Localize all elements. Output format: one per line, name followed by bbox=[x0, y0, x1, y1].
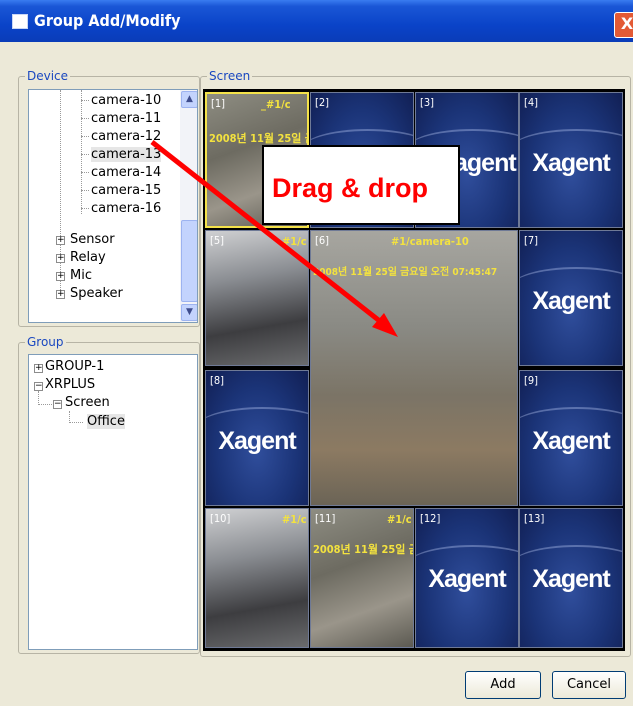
group-add-modify-dialog: Group Add/Modify X Device camera-10 came… bbox=[0, 0, 633, 706]
drag-arrow-icon bbox=[150, 140, 398, 337]
add-button[interactable]: Add bbox=[465, 671, 541, 699]
cancel-button[interactable]: Cancel bbox=[552, 671, 626, 699]
